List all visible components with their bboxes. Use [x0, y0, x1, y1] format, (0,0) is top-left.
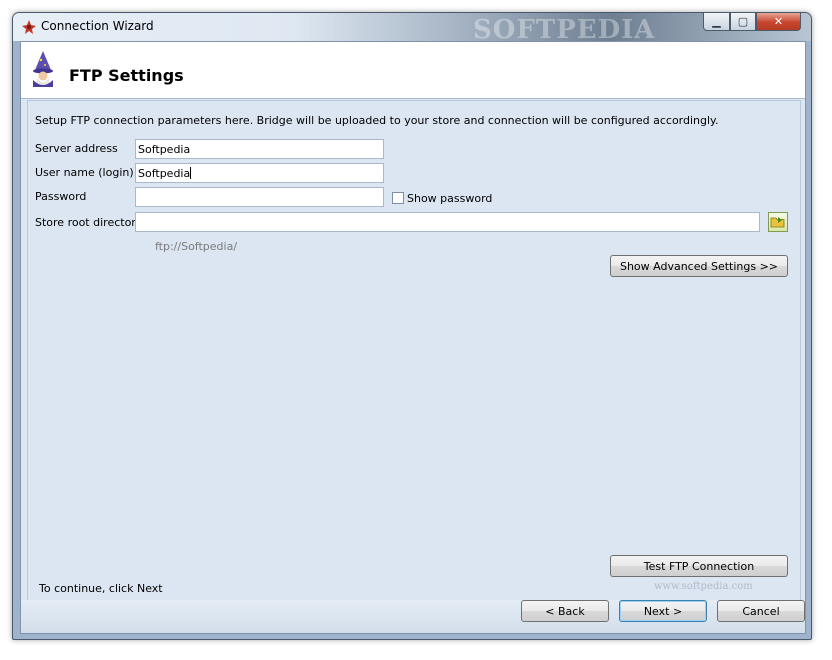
server-address-label: Server address [35, 142, 118, 155]
maximize-icon: ▢ [737, 15, 749, 28]
store-root-field[interactable] [135, 212, 760, 232]
footer-watermark: www.softpedia.com [654, 581, 753, 592]
window-title: Connection Wizard [41, 19, 154, 33]
text-caret [190, 167, 192, 179]
connection-wizard-window: Connection Wizard SOFTPEDIA ▁ ▢ ✕ FTP Se… [12, 12, 812, 640]
server-address-value: Softpedia [138, 143, 191, 156]
settings-panel: Setup FTP connection parameters here. Br… [27, 100, 801, 602]
store-root-label: Store root directory [35, 216, 143, 229]
maximize-button[interactable]: ▢ [730, 13, 756, 31]
show-password-checkbox[interactable] [392, 192, 404, 204]
continue-instruction: To continue, click Next [39, 582, 163, 595]
wizard-header: FTP Settings [21, 42, 805, 99]
test-ftp-connection-button[interactable]: Test FTP Connection [610, 555, 788, 577]
browse-folder-button[interactable] [768, 212, 788, 232]
cancel-button[interactable]: Cancel [717, 600, 805, 622]
back-button[interactable]: < Back [521, 600, 609, 622]
password-label: Password [35, 190, 87, 203]
app-logo-icon [22, 20, 36, 34]
next-button[interactable]: Next > [619, 600, 707, 622]
password-field[interactable] [135, 187, 384, 207]
folder-browse-icon [770, 217, 785, 228]
ftp-path-hint: ftp://Softpedia/ [155, 240, 238, 253]
close-icon: ✕ [773, 15, 784, 28]
server-address-field[interactable]: Softpedia [135, 139, 384, 159]
user-name-label: User name (login) [35, 166, 134, 179]
user-name-value: Softpedia [138, 167, 191, 180]
minimize-button[interactable]: ▁ [703, 13, 730, 31]
description-text: Setup FTP connection parameters here. Br… [35, 114, 719, 127]
user-name-field[interactable]: Softpedia [135, 163, 384, 183]
title-bar[interactable]: Connection Wizard SOFTPEDIA ▁ ▢ ✕ [13, 13, 811, 45]
wizard-icon [33, 51, 53, 87]
show-password-label[interactable]: Show password [407, 192, 492, 205]
close-button[interactable]: ✕ [756, 13, 801, 31]
minimize-icon: ▁ [712, 15, 721, 28]
show-advanced-settings-button[interactable]: Show Advanced Settings >> [610, 255, 788, 277]
client-area: FTP Settings Setup FTP connection parame… [20, 41, 806, 634]
page-title: FTP Settings [69, 66, 184, 85]
wizard-footer: < Back Next > Cancel [21, 600, 805, 633]
